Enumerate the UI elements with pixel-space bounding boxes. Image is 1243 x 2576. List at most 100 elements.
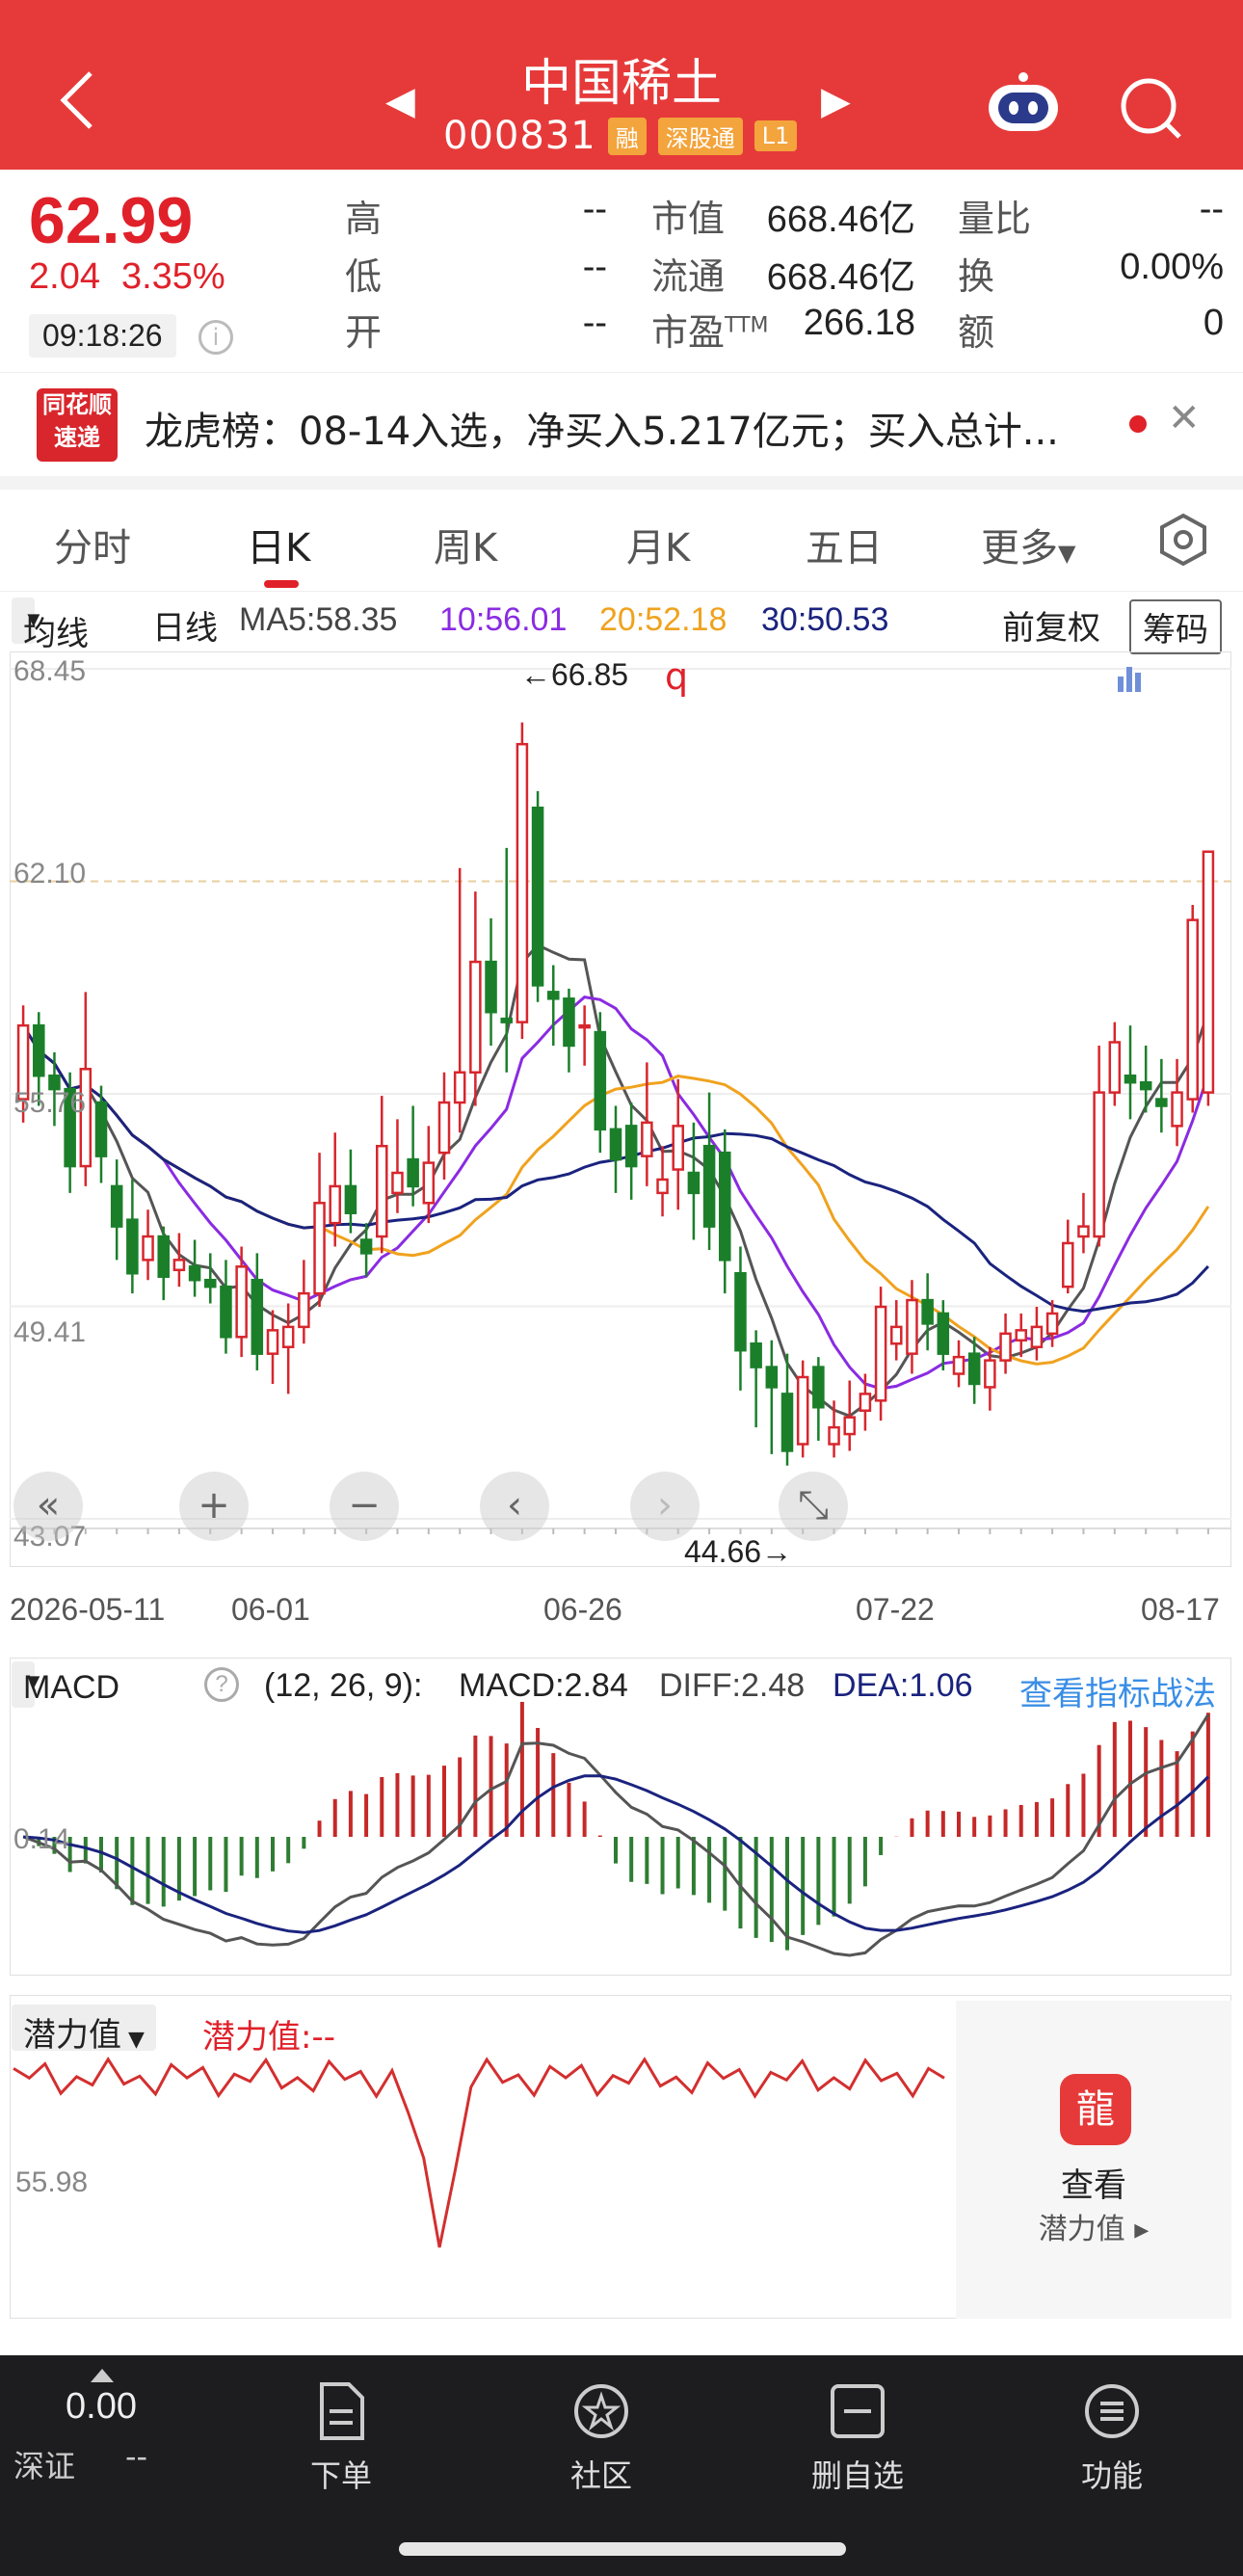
potential-line — [13, 2056, 945, 2248]
label-mktcap: 市值 — [651, 198, 726, 240]
dropdown-triangle-icon: ▼ — [23, 607, 44, 631]
value-high: -- — [582, 189, 607, 229]
app-header: 中国稀土 ◀ ▶ 000831 融 深股通 L1 — [0, 0, 1243, 170]
candle-down — [563, 997, 575, 1048]
label-pe-sup: TTM — [725, 313, 769, 338]
label-amount: 额 — [958, 311, 995, 354]
zoom-in-button[interactable]: + — [179, 1472, 249, 1541]
candle-up — [1202, 850, 1215, 1094]
macd-select[interactable]: MACD ▼ — [12, 1661, 119, 1708]
x-date-label: 06-26 — [543, 1592, 622, 1627]
last-price: 62.99 — [29, 184, 194, 257]
candle-up — [984, 1359, 996, 1389]
next-stock-icon[interactable]: ▶ — [821, 79, 851, 123]
candle-up — [313, 1202, 326, 1295]
potential-promo-card[interactable]: 龍 查看 潜力值 ▸ — [956, 2001, 1231, 2319]
adjust-mode[interactable]: 前复权 — [1002, 601, 1100, 649]
indicator-select[interactable]: 均线 ▼ — [12, 598, 89, 652]
candle-up — [641, 1121, 653, 1157]
scroll-left-button[interactable]: ‹ — [480, 1472, 549, 1541]
fullscreen-button[interactable]: ⤡ — [779, 1472, 848, 1541]
order-document-icon — [320, 2382, 364, 2440]
high-annotation: ←66.85 — [520, 657, 629, 692]
potential-y-label: 55.98 — [15, 2166, 89, 2198]
candle-up — [656, 1178, 669, 1195]
candle-up — [1077, 1225, 1090, 1238]
index-value: 0.00 — [66, 2386, 137, 2427]
low-annotation: 44.66→ — [684, 1534, 793, 1569]
ma30-value: 30:50.53 — [761, 601, 889, 638]
candle-up — [142, 1235, 154, 1261]
candle-up — [329, 1184, 341, 1225]
search-icon[interactable] — [1118, 75, 1185, 143]
macd-params: (12, 26, 9): — [264, 1667, 423, 1704]
tab-daily-k[interactable]: 日K — [247, 517, 310, 572]
scroll-right-button[interactable]: › — [630, 1472, 700, 1541]
ma5-value: MA5:58.35 — [239, 601, 398, 638]
settings-hexagon-icon[interactable] — [1156, 513, 1210, 567]
tab-five-day[interactable]: 五日 — [806, 517, 883, 572]
x-date-label: 2026-05-11 — [10, 1592, 166, 1627]
tab-more[interactable]: 更多▼ — [981, 517, 1075, 572]
nav-remove-watchlist[interactable]: 删自选 — [790, 2380, 925, 2496]
zoom-out-button[interactable]: − — [330, 1472, 399, 1541]
candle-down — [251, 1278, 264, 1355]
marker-q-icon[interactable]: q — [665, 655, 688, 698]
period-tabs: 分时 日K 周K 月K 五日 更多▼ — [0, 490, 1243, 592]
candle-down — [359, 1238, 373, 1255]
indicator-strategy-link[interactable]: 查看指标战法 — [1019, 1667, 1216, 1714]
ma-legend-bar: 均线 ▼ 日线 MA5:58.35 10:56.01 20:52.18 30:5… — [0, 592, 1243, 654]
label-float: 流通 — [651, 255, 726, 298]
news-logo: 同花顺 速递 — [37, 388, 118, 462]
tag-level: L1 — [754, 120, 798, 151]
candle-up — [281, 1325, 295, 1348]
nav-functions[interactable]: 功能 — [1045, 2380, 1179, 2496]
candle-down — [126, 1218, 139, 1275]
chip-button[interactable]: 筹码 — [1129, 599, 1222, 654]
candle-up — [235, 1265, 248, 1339]
rewind-button[interactable]: « — [13, 1472, 83, 1541]
value-low: -- — [582, 247, 607, 287]
candle-down — [1139, 1080, 1152, 1091]
bar-chart-toggle-icon[interactable] — [1116, 663, 1143, 694]
y-tick-label: 55.76 — [13, 1087, 87, 1119]
remove-watchlist-icon — [831, 2384, 885, 2438]
candle-down — [921, 1298, 934, 1325]
tab-monthly-k[interactable]: 月K — [626, 517, 690, 572]
value-turnover: 0.00% — [1120, 247, 1224, 287]
news-ticker[interactable]: 同花顺 速递 龙虎榜：08-14入选，净买入5.217亿元；买入总计... ✕ — [0, 372, 1243, 476]
candle-up — [874, 1305, 887, 1402]
close-icon[interactable]: ✕ — [1168, 396, 1201, 440]
active-tab-indicator — [264, 580, 299, 588]
potential-select[interactable]: 潜力值 ▼ — [12, 2005, 156, 2055]
candlestick-chart[interactable] — [10, 651, 1231, 1567]
candle-down — [734, 1272, 747, 1352]
candle-up — [172, 1259, 186, 1272]
prev-stock-icon[interactable]: ◀ — [385, 79, 415, 123]
quote-time: 09:18:26 — [29, 314, 176, 358]
tab-weekly-k[interactable]: 周K — [434, 517, 497, 572]
candle-up — [298, 1291, 310, 1329]
candle-up — [796, 1375, 809, 1446]
value-open: -- — [582, 303, 607, 343]
assistant-robot-icon[interactable] — [983, 69, 1064, 139]
dea-value: DEA:1.06 — [833, 1667, 973, 1704]
macd-y-label: 0.14 — [13, 1823, 70, 1855]
candle-down — [188, 1265, 201, 1282]
nav-order[interactable]: 下单 — [274, 2380, 409, 2496]
info-icon[interactable]: i — [198, 320, 233, 355]
promo-title: 查看 — [1061, 2166, 1126, 2205]
community-star-icon — [574, 2384, 628, 2438]
stock-code: 000831 — [443, 114, 596, 158]
candle-up — [437, 1101, 451, 1155]
candle-up — [578, 1023, 591, 1029]
ma10-value: 10:56.01 — [439, 601, 568, 638]
nav-community[interactable]: 社区 — [534, 2380, 669, 2496]
label-low: 低 — [345, 255, 383, 298]
candle-up — [890, 1325, 903, 1345]
candle-up — [1186, 918, 1199, 1101]
tab-intraday[interactable]: 分时 — [54, 517, 131, 572]
y-tick-label: 68.45 — [13, 655, 87, 687]
candle-up — [266, 1329, 279, 1355]
help-icon[interactable]: ? — [204, 1667, 239, 1702]
